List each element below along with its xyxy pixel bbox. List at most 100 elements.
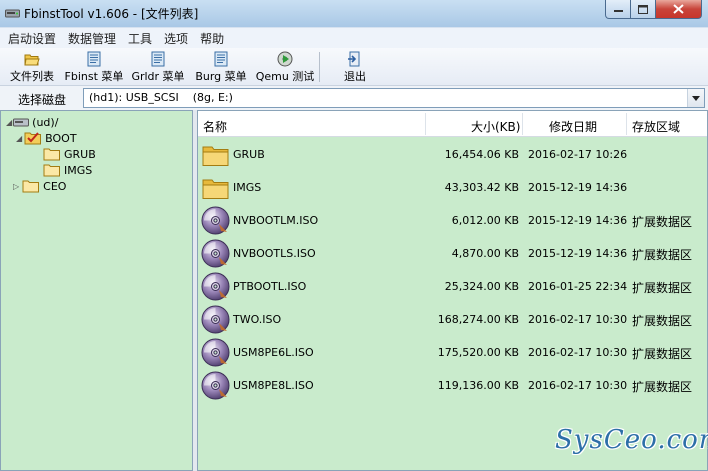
iso-disc-icon <box>201 338 230 367</box>
file-date: 2015-12-19 14:36 <box>528 181 628 194</box>
column-header-zone[interactable]: 存放区域 <box>632 118 680 135</box>
folder-icon <box>22 180 40 193</box>
table-row[interactable]: USM8PE8L.ISO 119,136.00 KB 2016-02-17 10:3… <box>198 369 707 402</box>
file-name: TWO.ISO <box>233 313 282 326</box>
chevron-down-icon <box>692 95 700 101</box>
file-zone: 扩展数据区 <box>632 281 693 295</box>
disk-dropdown-button[interactable] <box>687 89 704 107</box>
iso-disc-icon <box>201 239 230 268</box>
title-bar[interactable]: FbinstTool v1.606 - [文件列表] <box>0 0 708 27</box>
folder-open-icon <box>24 54 40 66</box>
grldr-menu-label: Grldr 菜单 <box>131 70 185 83</box>
burg-menu-button[interactable]: Burg 菜单 <box>193 50 249 84</box>
tree-expander[interactable]: ◢ <box>16 134 22 143</box>
menu-help[interactable]: 帮助 <box>194 30 230 47</box>
file-name: PTBOOTL.ISO <box>233 280 307 293</box>
table-row[interactable]: NVBOOTLM.ISO 6,012.00 KB 2015-12-19 14:36 扩… <box>198 204 707 237</box>
file-name: NVBOOTLM.ISO <box>233 214 319 227</box>
drive-icon <box>13 118 30 127</box>
menu-options[interactable]: 选项 <box>158 30 194 47</box>
app-drive-icon <box>5 9 20 18</box>
grldr-menu-button[interactable]: Grldr 菜单 <box>129 50 187 84</box>
table-row[interactable]: GRUB 16,454.06 KB 2016-02-17 10:26 <box>198 138 707 171</box>
list-header: 名称 大小(KB) 修改日期 存放区域 <box>198 111 707 137</box>
file-name: GRUB <box>233 148 265 161</box>
tree-expander[interactable]: ▷ <box>13 182 19 191</box>
file-list-label: 文件列表 <box>10 70 54 83</box>
iso-disc-icon <box>201 272 230 301</box>
file-date: 2016-01-25 22:34 <box>528 280 628 293</box>
fbinst-menu-label: Fbinst 菜单 <box>64 70 124 83</box>
column-header-size[interactable]: 大小(KB) <box>471 118 520 135</box>
close-icon <box>673 4 684 14</box>
file-date: 2016-02-17 10:30 <box>528 313 628 326</box>
tree-node-label: IMGS <box>64 163 93 177</box>
document-icon <box>87 51 101 67</box>
column-divider[interactable] <box>626 113 627 135</box>
file-date: 2015-12-19 14:36 <box>528 214 628 227</box>
tree-node-imgs[interactable]: IMGS <box>43 162 92 178</box>
toolbar-separator <box>319 52 320 82</box>
file-zone: 扩展数据区 <box>632 380 693 394</box>
tree-node-label: CEO <box>43 179 67 193</box>
maximize-button[interactable] <box>631 0 656 19</box>
table-row[interactable]: PTBOOTL.ISO 25,324.00 KB 2016-01-25 22:34 扩… <box>198 270 707 303</box>
column-divider[interactable] <box>522 113 523 135</box>
tree-node-boot[interactable]: ◢ BOOT <box>16 130 77 146</box>
file-list-button[interactable]: 文件列表 <box>6 50 58 84</box>
minimize-icon <box>613 10 623 12</box>
file-size: 175,520.00 KB <box>437 346 519 359</box>
tree-node-grub[interactable]: GRUB <box>43 146 96 162</box>
burg-menu-label: Burg 菜单 <box>195 70 247 83</box>
disk-selector-row: 选择磁盘 (hd1): USB_SCSI (8g, E:) <box>0 86 708 110</box>
file-list[interactable]: 名称 大小(KB) 修改日期 存放区域 GRUB 16,454.06 KB 2016… <box>197 110 708 471</box>
disk-select[interactable]: (hd1): USB_SCSI (8g, E:) <box>83 88 705 108</box>
folder-icon <box>202 179 229 199</box>
column-header-name[interactable]: 名称 <box>203 118 227 135</box>
minimize-button[interactable] <box>605 0 631 19</box>
close-button[interactable] <box>656 0 702 19</box>
column-divider[interactable] <box>425 113 426 135</box>
menu-boot-settings[interactable]: 启动设置 <box>2 30 62 47</box>
file-size: 16,454.06 KB <box>444 148 519 161</box>
folder-tree[interactable]: ◢ (ud)/ ◢ BOOT GRUB IMGS ▷ CEO <box>0 110 193 471</box>
file-name: USM8PE6L.ISO <box>233 346 314 359</box>
exit-button[interactable]: 退出 <box>339 50 371 84</box>
tree-node-root[interactable]: ◢ (ud)/ <box>6 114 58 130</box>
iso-disc-icon <box>201 206 230 235</box>
disk-select-value: (hd1): USB_SCSI (8g, E:) <box>89 91 233 104</box>
tree-expander[interactable]: ◢ <box>6 118 12 127</box>
file-size: 43,303.42 KB <box>444 181 519 194</box>
tree-node-label: BOOT <box>45 131 77 145</box>
window-title: FbinstTool v1.606 - [文件列表] <box>24 7 199 21</box>
exit-label: 退出 <box>344 70 366 83</box>
tree-node-ceo[interactable]: ▷ CEO <box>13 178 66 194</box>
file-name: IMGS <box>233 181 262 194</box>
file-size: 4,870.00 KB <box>451 247 519 260</box>
menu-data-management[interactable]: 数据管理 <box>62 30 122 47</box>
fbinst-menu-button[interactable]: Fbinst 菜单 <box>63 50 125 84</box>
app-window: FbinstTool v1.606 - [文件列表] 启动设置 数据管理 工具 … <box>0 0 708 471</box>
tree-node-label: GRUB <box>64 147 96 161</box>
window-controls <box>605 0 702 19</box>
table-row[interactable]: NVBOOTLS.ISO 4,870.00 KB 2015-12-19 14:36 扩… <box>198 237 707 270</box>
table-row[interactable]: IMGS 43,303.42 KB 2015-12-19 14:36 <box>198 171 707 204</box>
folder-checked-icon <box>24 132 42 145</box>
file-size: 119,136.00 KB <box>437 379 519 392</box>
file-zone: 扩展数据区 <box>632 215 693 229</box>
column-header-date[interactable]: 修改日期 <box>549 118 597 135</box>
file-name: NVBOOTLS.ISO <box>233 247 316 260</box>
iso-disc-icon <box>201 371 230 400</box>
cd-play-icon <box>277 51 293 67</box>
file-date: 2015-12-19 14:36 <box>528 247 628 260</box>
document-icon <box>214 51 228 67</box>
qemu-test-button[interactable]: Qemu 测试 <box>255 50 315 84</box>
file-date: 2016-02-17 10:30 <box>528 379 628 392</box>
file-size: 6,012.00 KB <box>451 214 519 227</box>
file-date: 2016-02-17 10:26 <box>528 148 628 161</box>
file-size: 168,274.00 KB <box>437 313 519 326</box>
menu-tools[interactable]: 工具 <box>122 30 158 47</box>
table-row[interactable]: TWO.ISO 168,274.00 KB 2016-02-17 10:30 扩展数据… <box>198 303 707 336</box>
table-row[interactable]: USM8PE6L.ISO 175,520.00 KB 2016-02-17 10:3… <box>198 336 707 369</box>
folder-icon <box>202 146 229 166</box>
